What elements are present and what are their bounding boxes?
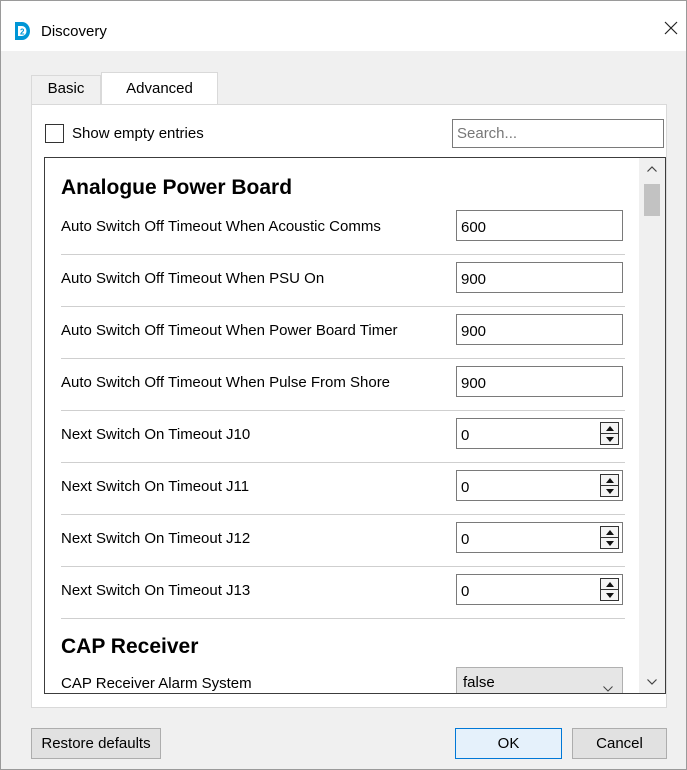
setting-label: CAP Receiver Alarm System: [61, 675, 252, 692]
group-title-cap-receiver: CAP Receiver: [61, 635, 199, 658]
restore-defaults-button[interactable]: Restore defaults: [31, 728, 161, 759]
spin-down-icon[interactable]: [601, 590, 618, 600]
discovery-app-icon: 2: [13, 21, 31, 41]
setting-label: Next Switch On Timeout J11: [61, 478, 250, 495]
scroll-thumb[interactable]: [644, 184, 660, 216]
setting-value-input[interactable]: 600: [456, 210, 623, 241]
select-value: false: [463, 674, 495, 691]
vertical-scrollbar[interactable]: [639, 158, 665, 693]
close-icon[interactable]: [656, 13, 686, 43]
show-empty-toggle[interactable]: Show empty entries: [45, 123, 204, 143]
setting-label: Auto Switch Off Timeout When Power Board…: [61, 322, 398, 339]
setting-label: Next Switch On Timeout J12: [61, 530, 251, 547]
spinner-control[interactable]: [600, 422, 619, 445]
settings-list: Analogue Power Board Auto Switch Off Tim…: [44, 157, 666, 694]
setting-row: Next Switch On Timeout J11 0: [61, 463, 625, 515]
svg-text:2: 2: [20, 28, 25, 37]
window-title: Discovery: [41, 23, 107, 40]
discovery-dialog: 2 Discovery Basic Advanced Show empty en…: [0, 0, 687, 770]
spinner-control[interactable]: [600, 526, 619, 549]
setting-row: Auto Switch Off Timeout When Pulse From …: [61, 359, 625, 411]
setting-value-spinner-input[interactable]: 0: [456, 418, 623, 449]
show-empty-checkbox[interactable]: [45, 123, 64, 143]
spinner-value: 0: [461, 531, 470, 548]
setting-row: Auto Switch Off Timeout When PSU On 900: [61, 255, 625, 307]
setting-value-spinner-input[interactable]: 0: [456, 470, 623, 501]
setting-label: Next Switch On Timeout J13: [61, 582, 251, 599]
group-title-analogue-power-board: Analogue Power Board: [61, 176, 293, 199]
setting-value-spinner-input[interactable]: 0: [456, 522, 623, 553]
setting-value-spinner-input[interactable]: 0: [456, 574, 623, 605]
setting-value-input[interactable]: 900: [456, 262, 623, 293]
spinner-value: 0: [461, 479, 470, 496]
settings-list-content: Analogue Power Board Auto Switch Off Tim…: [45, 158, 639, 693]
setting-row: Next Switch On Timeout J13 0: [61, 567, 625, 619]
title-bar: 2 Discovery: [1, 1, 686, 51]
search-input[interactable]: [452, 119, 664, 148]
setting-row: Next Switch On Timeout J12 0: [61, 515, 625, 567]
setting-row: Auto Switch Off Timeout When Power Board…: [61, 307, 625, 359]
show-empty-label: Show empty entries: [72, 124, 204, 142]
setting-row: CAP Receiver Alarm System false: [61, 661, 625, 693]
ok-button[interactable]: OK: [455, 728, 562, 759]
advanced-panel: Show empty entries Analogue Power Board …: [31, 104, 667, 708]
setting-label: Next Switch On Timeout J10: [61, 426, 251, 443]
setting-row: Next Switch On Timeout J10 0: [61, 411, 625, 463]
setting-value-select[interactable]: false: [456, 667, 623, 693]
scroll-up-arrow-icon[interactable]: [639, 158, 665, 180]
spin-up-icon[interactable]: [601, 475, 618, 486]
spin-down-icon[interactable]: [601, 538, 618, 548]
spin-up-icon[interactable]: [601, 423, 618, 434]
setting-value-input[interactable]: 900: [456, 314, 623, 345]
setting-row: Auto Switch Off Timeout When Acoustic Co…: [61, 203, 625, 255]
setting-label: Auto Switch Off Timeout When PSU On: [61, 270, 325, 287]
setting-label: Auto Switch Off Timeout When Acoustic Co…: [61, 218, 381, 235]
chevron-down-icon: [603, 679, 613, 693]
spinner-value: 0: [461, 427, 470, 444]
tab-advanced[interactable]: Advanced: [101, 72, 218, 105]
scroll-down-arrow-icon[interactable]: [639, 671, 665, 693]
cancel-button[interactable]: Cancel: [572, 728, 667, 759]
spin-up-icon[interactable]: [601, 579, 618, 590]
tab-basic[interactable]: Basic: [31, 75, 101, 105]
setting-value-input[interactable]: 900: [456, 366, 623, 397]
spinner-control[interactable]: [600, 474, 619, 497]
spinner-control[interactable]: [600, 578, 619, 601]
spin-up-icon[interactable]: [601, 527, 618, 538]
spinner-value: 0: [461, 583, 470, 600]
setting-label: Auto Switch Off Timeout When Pulse From …: [61, 374, 391, 391]
spin-down-icon[interactable]: [601, 434, 618, 444]
spin-down-icon[interactable]: [601, 486, 618, 496]
